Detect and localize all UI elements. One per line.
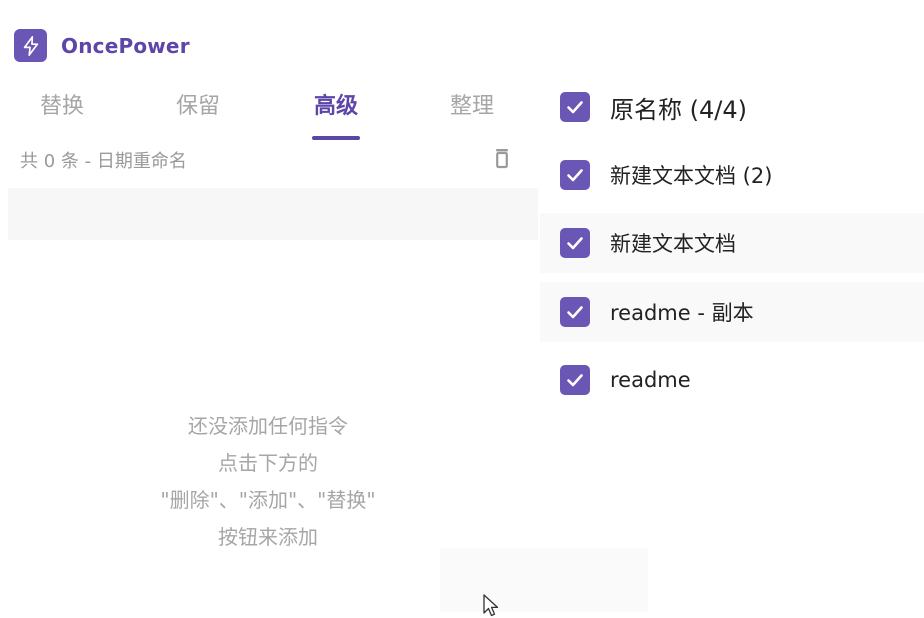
empty-hint-line: 按钮来添加 xyxy=(218,525,318,549)
rules-count-title: 共 0 条 - 日期重命名 xyxy=(20,151,187,172)
file-row[interactable]: 新建文本文档 xyxy=(540,213,924,273)
checkmark-icon xyxy=(567,237,583,250)
file-row[interactable]: 新建文本文档 (2) xyxy=(540,145,924,205)
rules-list-area xyxy=(8,188,538,240)
tab-advanced[interactable]: 高级 xyxy=(310,88,362,128)
file-row[interactable]: readme xyxy=(540,350,924,410)
file-checkbox[interactable] xyxy=(560,228,590,258)
checkmark-icon xyxy=(567,374,583,387)
empty-state-hint: 还没添加任何指令 点击下方的 "删除"、"添加"、"替换" 按钮来添加 xyxy=(118,408,418,556)
empty-hint-line: 点击下方的 xyxy=(218,451,318,475)
original-name-column-label: 原名称 (4/4) xyxy=(610,95,747,124)
select-all-checkbox[interactable] xyxy=(560,92,590,122)
tab-organize[interactable]: 整理 xyxy=(446,88,498,128)
empty-hint-line: 还没添加任何指令 xyxy=(188,414,348,438)
file-name: readme - 副本 xyxy=(610,301,754,325)
checkmark-icon xyxy=(567,101,583,114)
checkmark-icon xyxy=(567,169,583,182)
file-checkbox[interactable] xyxy=(560,365,590,395)
file-name: 新建文本文档 (2) xyxy=(610,164,773,188)
file-checkbox[interactable] xyxy=(560,297,590,327)
file-row[interactable]: readme - 副本 xyxy=(540,282,924,342)
file-checkbox[interactable] xyxy=(560,160,590,190)
app-window: OncePower 替换 保留 高级 整理 共 0 条 - 日期重命名 还没添加… xyxy=(0,0,924,618)
background-panel xyxy=(440,548,648,612)
tab-keep[interactable]: 保留 xyxy=(172,88,224,128)
trash-icon[interactable] xyxy=(492,146,516,174)
lightning-bolt-icon xyxy=(14,29,47,62)
app-title: OncePower xyxy=(61,33,190,58)
checkmark-icon xyxy=(567,306,583,319)
rules-header: 共 0 条 - 日期重命名 xyxy=(20,147,520,179)
file-name: readme xyxy=(610,368,691,392)
mouse-cursor-icon xyxy=(483,594,499,617)
brand: OncePower xyxy=(14,29,190,62)
tab-bar: 替换 保留 高级 整理 xyxy=(0,88,530,144)
empty-hint-line: "删除"、"添加"、"替换" xyxy=(160,488,376,512)
file-name: 新建文本文档 xyxy=(610,232,736,256)
file-list-header: 原名称 (4/4) xyxy=(540,77,924,137)
active-tab-indicator xyxy=(312,136,360,140)
tab-replace[interactable]: 替换 xyxy=(36,88,88,128)
